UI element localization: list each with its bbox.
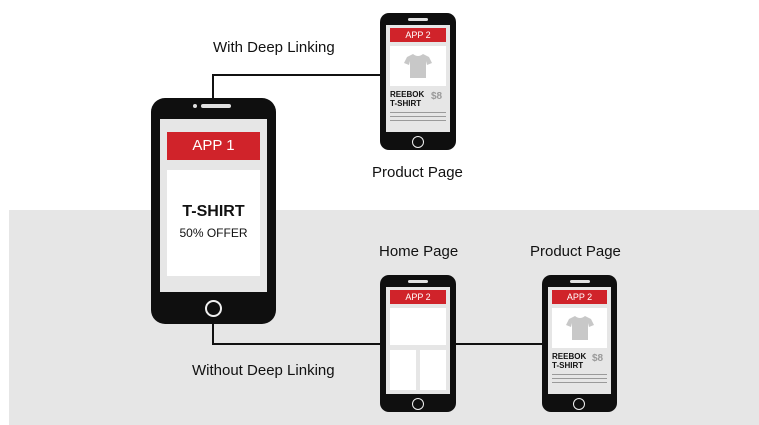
- connector-without-deep-linking-vertical: [212, 322, 214, 344]
- home-page-label: Home Page: [379, 243, 459, 260]
- camera-dot: [193, 104, 197, 108]
- product-phone-bottom-screen: APP 2 REEBOK T-SHIRT $8: [548, 287, 611, 394]
- app2-header: APP 2: [552, 290, 607, 304]
- product-name-line1: REEBOK: [552, 352, 587, 361]
- tshirt-icon: [404, 54, 432, 78]
- product-phone-bottom: APP 2 REEBOK T-SHIRT $8: [542, 275, 617, 412]
- speaker: [201, 104, 231, 108]
- main-phone: APP 1 T-SHIRT 50% OFFER: [151, 98, 276, 324]
- connector-with-deep-linking-horizontal: [212, 74, 380, 76]
- connector-without-deep-linking-horizontal-2: [456, 343, 542, 345]
- home-grid-tile-left: [390, 350, 416, 390]
- product-price: $8: [431, 91, 443, 102]
- without-deep-linking-label: Without Deep Linking: [192, 362, 335, 379]
- home-grid-tile-right: [420, 350, 446, 390]
- speaker: [570, 280, 590, 283]
- app1-header: APP 1: [167, 132, 260, 160]
- description-line: [390, 120, 446, 121]
- main-phone-screen: APP 1 T-SHIRT 50% OFFER: [160, 119, 267, 292]
- product-name-line2: T-SHIRT: [552, 361, 584, 370]
- speaker: [408, 280, 428, 283]
- home-button: [412, 136, 424, 148]
- home-phone: APP 2: [380, 275, 456, 412]
- product-name-line2: T-SHIRT: [390, 99, 422, 108]
- home-button: [205, 300, 222, 317]
- app2-header: APP 2: [390, 28, 446, 42]
- product-image-card: [552, 308, 607, 348]
- home-banner-tile: [390, 308, 446, 345]
- product-page-bottom-label: Product Page: [530, 243, 621, 260]
- deep-linking-diagram: With Deep Linking Product Page Home Page…: [0, 0, 759, 425]
- app2-header: APP 2: [390, 290, 446, 304]
- offer-title: T-SHIRT: [182, 203, 245, 220]
- home-button: [412, 398, 424, 410]
- offer-card: T-SHIRT 50% OFFER: [167, 170, 260, 276]
- description-line: [552, 382, 607, 383]
- product-price: $8: [592, 353, 604, 364]
- with-deep-linking-label: With Deep Linking: [213, 39, 335, 56]
- speaker: [408, 18, 428, 21]
- product-phone-top: APP 2 REEBOK T-SHIRT $8: [380, 13, 456, 150]
- product-image-card: [390, 46, 446, 86]
- description-line: [390, 116, 446, 117]
- home-phone-screen: APP 2: [386, 287, 450, 394]
- description-line: [552, 378, 607, 379]
- home-button: [573, 398, 585, 410]
- product-page-top-label: Product Page: [372, 164, 463, 181]
- offer-subtitle: 50% OFFER: [179, 226, 248, 240]
- description-line: [390, 112, 446, 113]
- description-line: [552, 374, 607, 375]
- tshirt-icon: [566, 316, 594, 340]
- product-phone-top-screen: APP 2 REEBOK T-SHIRT $8: [386, 25, 450, 132]
- connector-without-deep-linking-horizontal-1: [212, 343, 380, 345]
- product-name-line1: REEBOK: [390, 90, 425, 99]
